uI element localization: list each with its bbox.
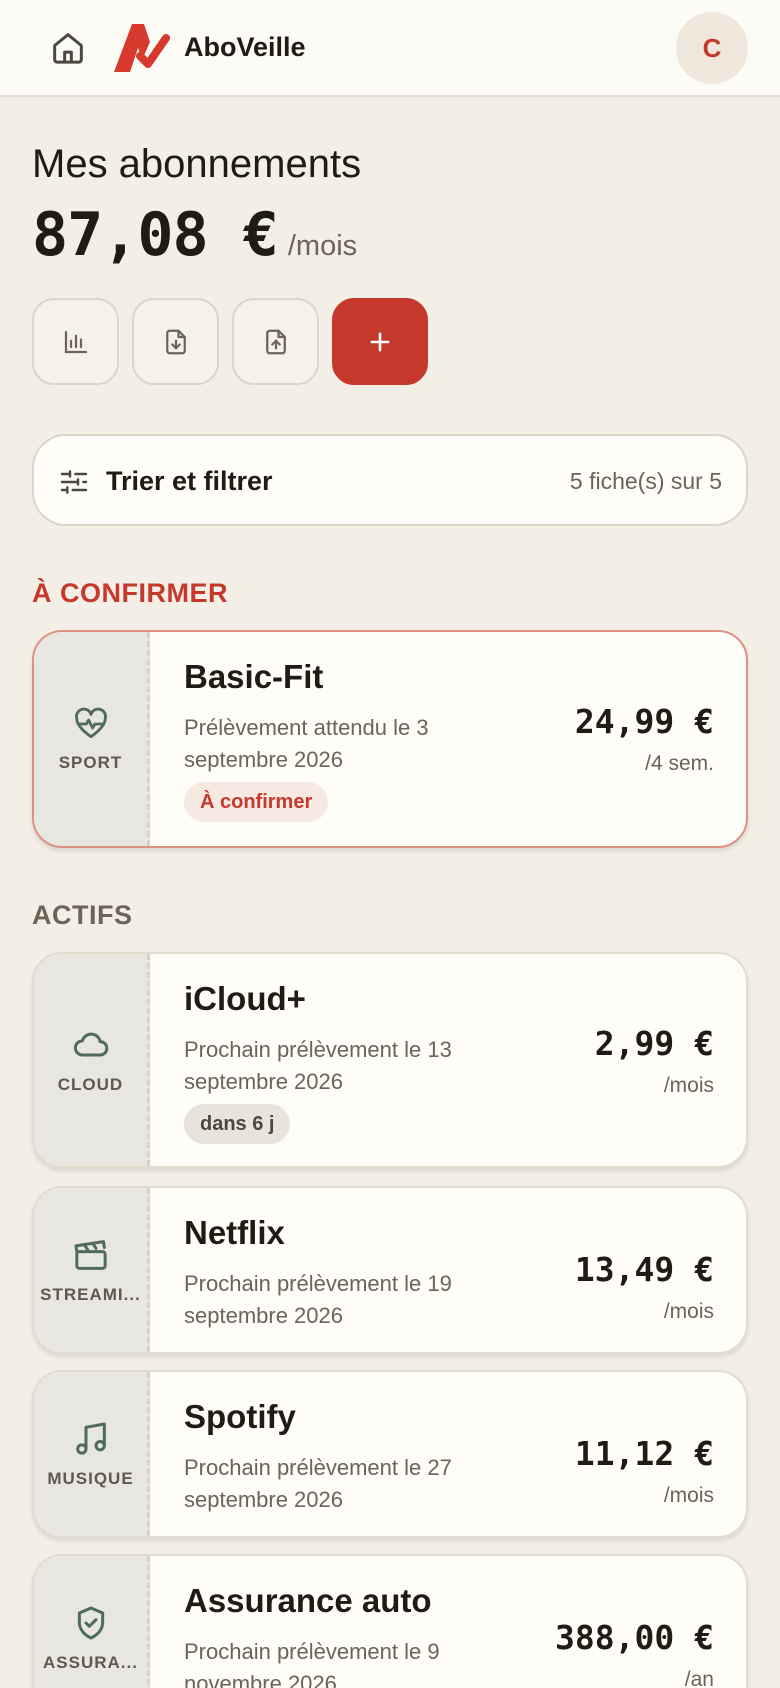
status-badge: dans 6 j (184, 1104, 291, 1144)
subscription-card-netflix[interactable]: STREAMI... Netflix Prochain prélèvement … (32, 1186, 748, 1354)
billing-period: /mois (663, 1484, 714, 1507)
file-upload-icon (265, 329, 286, 354)
subscription-card-icloud[interactable]: CLOUD iCloud+ Prochain prélèvement le 13… (32, 952, 748, 1168)
home-button[interactable] (44, 24, 92, 72)
category-panel: CLOUD (34, 954, 150, 1166)
subscription-name: Assurance auto (184, 1582, 432, 1619)
category-label: SPORT (58, 753, 123, 772)
category-label: STREAMI... (40, 1285, 141, 1304)
category-panel: ASSURA... (34, 1556, 150, 1688)
record-count: 5 fiche(s) sur 5 (569, 468, 722, 494)
subscription-card-spotify[interactable]: MUSIQUE Spotify Prochain prélèvement le … (32, 1370, 748, 1538)
category-label: MUSIQUE (47, 1469, 134, 1488)
subscription-next-charge: Prochain prélèvement le 13 septembre 202… (184, 1037, 452, 1094)
subscription-price: 11,12 € (574, 1434, 714, 1473)
filter-label: Trier et filtrer (106, 466, 273, 496)
billing-period: /mois (663, 1300, 714, 1323)
shield-check-icon (77, 1606, 104, 1640)
subscription-name: Basic-Fit (184, 658, 324, 695)
stats-button[interactable] (32, 298, 119, 385)
billing-period: /an (684, 1668, 714, 1688)
subscription-next-charge: Prochain prélèvement le 27 septembre 202… (184, 1455, 452, 1512)
plus-icon (370, 332, 390, 351)
export-button[interactable] (232, 298, 319, 385)
subscription-next-charge: Prélèvement attendu le 3 septembre 2026 (184, 715, 429, 772)
action-bar (32, 298, 428, 385)
file-download-icon (165, 329, 186, 354)
subscription-card-basic-fit[interactable]: SPORT Basic-Fit Prélèvement attendu le 3… (32, 630, 748, 848)
subscription-next-charge: Prochain prélèvement le 19 septembre 202… (184, 1271, 452, 1328)
add-subscription-button[interactable] (332, 298, 428, 385)
cloud-icon (73, 1032, 108, 1057)
subscription-price: 388,00 € (555, 1618, 714, 1657)
subscription-next-charge: Prochain prélèvement le 9 novembre 2026 (184, 1639, 440, 1688)
section-title-active: ACTIFS (32, 900, 133, 930)
billing-period: /4 sem. (645, 752, 714, 775)
category-panel: STREAMI... (34, 1188, 150, 1352)
subscription-card-assurance-auto[interactable]: ASSURA... Assurance auto Prochain prélèv… (32, 1554, 748, 1688)
total-amount: 87,08 € (32, 200, 279, 270)
bar-chart-icon (64, 330, 87, 353)
subscription-price: 13,49 € (574, 1250, 714, 1289)
top-bar: AboVeille C (0, 0, 780, 97)
avatar[interactable]: C (676, 12, 748, 84)
subscription-name: Netflix (184, 1214, 285, 1251)
clapperboard-icon (74, 1240, 107, 1270)
home-icon (53, 33, 83, 64)
category-label: ASSURA... (43, 1653, 138, 1672)
subscription-price: 2,99 € (594, 1024, 714, 1063)
category-panel: SPORT (34, 632, 150, 846)
heart-pulse-icon (74, 707, 107, 739)
music-note-icon (75, 1422, 106, 1455)
section-title-to-confirm: À CONFIRMER (32, 578, 228, 608)
subscription-name: iCloud+ (184, 980, 306, 1017)
import-button[interactable] (132, 298, 219, 385)
subscription-price: 24,99 € (574, 702, 714, 741)
page-title: Mes abonnements (32, 142, 362, 186)
sliders-icon (60, 470, 88, 494)
billing-period: /mois (663, 1074, 714, 1097)
subscription-name: Spotify (184, 1398, 296, 1435)
monthly-total: 87,08 € /mois (32, 200, 357, 270)
category-label: CLOUD (57, 1075, 124, 1094)
app-name: AboVeille (184, 32, 306, 62)
aboveille-logo[interactable] (110, 20, 170, 76)
sort-filter-button[interactable]: Trier et filtrer 5 fiche(s) sur 5 (32, 434, 748, 526)
status-badge: À confirmer (184, 782, 329, 822)
category-panel: MUSIQUE (34, 1372, 150, 1536)
total-unit: /mois (287, 230, 358, 262)
